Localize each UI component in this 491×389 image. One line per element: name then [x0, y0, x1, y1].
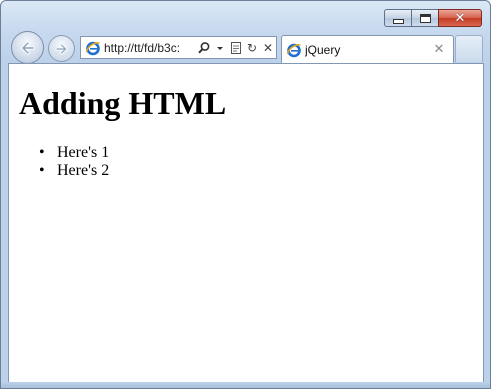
item-list: • Here's 1 • Here's 2 — [39, 144, 109, 180]
search-icon[interactable] — [196, 40, 212, 56]
minimize-button[interactable] — [384, 9, 411, 27]
page-title: Adding HTML — [19, 85, 227, 121]
ie-page-icon — [286, 43, 301, 57]
back-button[interactable] — [11, 31, 44, 64]
bullet: • — [39, 162, 45, 179]
ie-page-icon — [85, 41, 100, 55]
close-window-button[interactable]: ✕ — [438, 9, 482, 27]
forward-button[interactable] — [48, 35, 75, 62]
list-item: • Here's 1 — [39, 144, 109, 162]
bullet: • — [39, 144, 45, 161]
maximize-icon — [419, 13, 431, 23]
address-bar[interactable]: http://tt/fd/b3c: ↻ ✕ — [80, 36, 277, 59]
address-url[interactable]: http://tt/fd/b3c: — [104, 41, 192, 55]
maximize-button[interactable] — [411, 9, 438, 27]
minimize-icon — [392, 18, 404, 24]
dropdown-icon[interactable] — [212, 40, 228, 56]
refresh-icon[interactable]: ↻ — [244, 40, 260, 56]
close-icon: ✕ — [454, 10, 466, 26]
list-item-text: Here's 2 — [57, 162, 110, 179]
window-frame-bottom — [1, 382, 490, 388]
tab-jquery[interactable]: jQuery ✕ — [281, 35, 454, 63]
new-tab-button[interactable] — [455, 35, 483, 62]
compatibility-view-icon[interactable] — [228, 40, 244, 56]
browser-window: ✕ http://tt/fd/b3c: ↻ ✕ jQuery ✕ Adding … — [0, 0, 491, 389]
back-arrow-icon — [20, 40, 35, 55]
stop-icon[interactable]: ✕ — [260, 40, 276, 56]
tab-label: jQuery — [305, 42, 341, 57]
close-tab-icon[interactable]: ✕ — [431, 42, 447, 57]
list-item-text: Here's 1 — [57, 144, 110, 161]
caption-buttons: ✕ — [384, 9, 482, 29]
page-content: Adding HTML • Here's 1 • Here's 2 — [8, 63, 484, 383]
list-item: • Here's 2 — [39, 162, 109, 180]
address-tools: ↻ ✕ — [196, 40, 276, 56]
forward-arrow-icon — [55, 43, 67, 54]
